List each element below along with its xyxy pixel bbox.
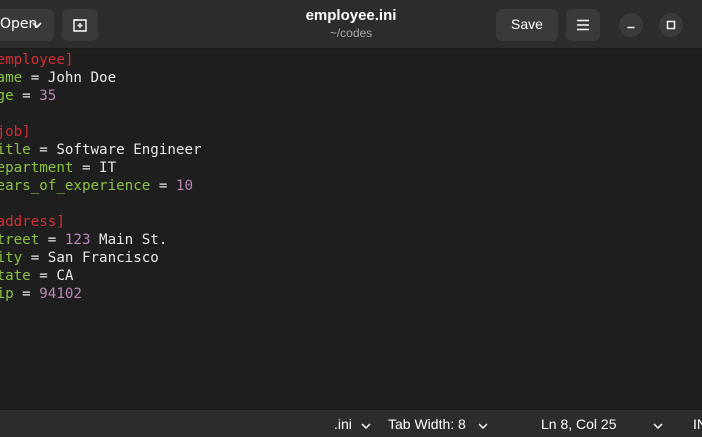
minimize-icon bbox=[627, 26, 635, 29]
chevron-down-icon bbox=[478, 423, 488, 430]
text-editor-area[interactable]: [employee]name = John Doeage = 35 [job]t… bbox=[0, 49, 702, 409]
ini-value: CA bbox=[56, 268, 74, 284]
equals-sign: = bbox=[30, 268, 57, 284]
cursor-position[interactable]: Ln 8, Col 25 bbox=[541, 416, 617, 432]
ini-value: John Doe bbox=[47, 70, 117, 86]
main-menu-button[interactable] bbox=[566, 9, 600, 41]
section-header: [employee] bbox=[0, 52, 74, 68]
code-content: [employee]name = John Doeage = 35 [job]t… bbox=[0, 51, 202, 303]
hamburger-menu-icon bbox=[577, 19, 589, 31]
cursor-position-label: Ln 8, Col 25 bbox=[541, 416, 617, 432]
code-line: [job] bbox=[0, 123, 202, 141]
code-line: state = CA bbox=[0, 267, 202, 285]
ini-key: city bbox=[0, 250, 23, 266]
code-line: [employee] bbox=[0, 51, 202, 69]
ini-key: years_of_experience bbox=[0, 178, 151, 194]
ini-value: Main St. bbox=[90, 232, 168, 248]
text-editor-window: Open employee.ini ~/codes Save employee]… bbox=[0, 0, 702, 437]
equals-sign: = bbox=[22, 70, 48, 86]
section-header: [job] bbox=[0, 124, 31, 140]
ini-value: 94102 bbox=[39, 286, 82, 302]
language-label: .ini bbox=[334, 416, 352, 432]
ini-key: zip bbox=[0, 286, 14, 302]
window-title: employee.ini bbox=[305, 7, 397, 24]
language-selector[interactable]: .ini bbox=[334, 416, 371, 432]
ini-key: title bbox=[0, 142, 31, 158]
minimize-button[interactable] bbox=[619, 13, 643, 37]
ini-key: state bbox=[0, 268, 31, 284]
equals-sign: = bbox=[150, 178, 176, 194]
equals-sign: = bbox=[13, 286, 40, 302]
equals-sign: = bbox=[30, 142, 57, 158]
equals-sign: = bbox=[39, 232, 65, 248]
code-line: city = San Francisco bbox=[0, 249, 202, 267]
code-line: department = IT bbox=[0, 159, 202, 177]
tab-width-label: Tab Width: 8 bbox=[388, 416, 466, 432]
window-subtitle: ~/codes bbox=[329, 26, 373, 40]
code-line: name = John Doe bbox=[0, 69, 202, 87]
insert-mode-indicator[interactable]: INS bbox=[693, 416, 702, 432]
code-line: [address] bbox=[0, 213, 202, 231]
save-button[interactable]: Save bbox=[496, 9, 558, 41]
equals-sign: = bbox=[73, 160, 100, 176]
section-header: [address] bbox=[0, 214, 65, 230]
chevron-down-icon bbox=[653, 423, 663, 430]
ini-value: Software Engineer bbox=[56, 142, 202, 158]
ini-value: 35 bbox=[39, 88, 57, 104]
equals-sign: = bbox=[13, 88, 40, 104]
ini-value: San Francisco bbox=[47, 250, 159, 266]
maximize-icon bbox=[666, 20, 676, 30]
tab-width-selector[interactable]: Tab Width: 8 bbox=[388, 416, 488, 432]
new-tab-button[interactable] bbox=[62, 9, 98, 41]
header-bar: Open employee.ini ~/codes Save bbox=[0, 0, 702, 49]
ini-key: name bbox=[0, 70, 23, 86]
code-line: zip = 94102 bbox=[0, 285, 202, 303]
code-line: title = Software Engineer bbox=[0, 141, 202, 159]
chevron-down-icon bbox=[361, 423, 371, 430]
new-tab-icon bbox=[73, 19, 87, 32]
save-button-label: Save bbox=[511, 16, 543, 32]
ini-key: age bbox=[0, 88, 14, 104]
ini-key: street bbox=[0, 232, 40, 248]
ini-value: IT bbox=[99, 160, 117, 176]
status-bar: .ini Tab Width: 8 Ln 8, Col 25 INS bbox=[0, 409, 702, 437]
open-button[interactable]: Open bbox=[0, 9, 54, 41]
ini-value: 123 bbox=[64, 232, 91, 248]
equals-sign: = bbox=[22, 250, 48, 266]
insert-mode-label: INS bbox=[693, 416, 702, 432]
maximize-button[interactable] bbox=[659, 13, 683, 37]
ini-value: 10 bbox=[175, 178, 194, 194]
chevron-down-icon bbox=[32, 22, 42, 29]
code-line: age = 35 bbox=[0, 87, 202, 105]
code-line: street = 123 Main St. bbox=[0, 231, 202, 249]
code-line: years_of_experience = 10 bbox=[0, 177, 202, 195]
ini-key: department bbox=[0, 160, 74, 176]
window-title-area: employee.ini ~/codes bbox=[251, 6, 451, 40]
